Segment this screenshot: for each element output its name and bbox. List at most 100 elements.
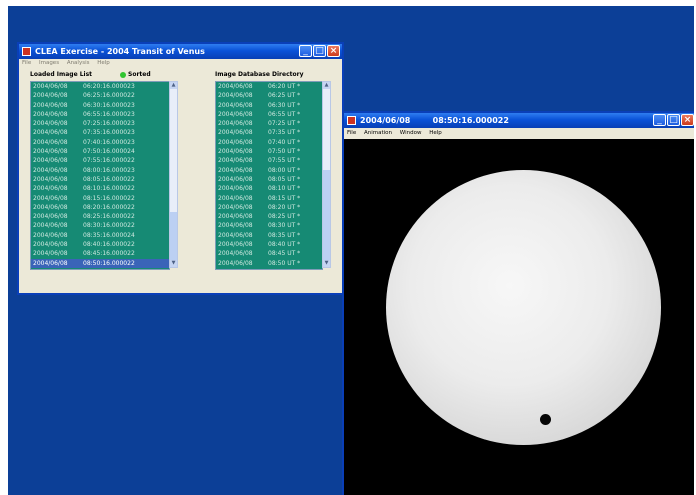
menu-help[interactable]: Help (429, 130, 442, 136)
list-item-time: 08:40:16.000022 (83, 241, 135, 249)
image-window: 2004/06/08 08:50:16.000022 _ □ × File An… (342, 111, 694, 495)
list-item[interactable]: 2004/06/08 08:35 UT * (216, 231, 322, 240)
menu-analysis[interactable]: Analysis (67, 60, 90, 66)
maximize-button[interactable]: □ (667, 114, 680, 126)
list-item-time: 08:10:16.000022 (83, 185, 135, 193)
list-item[interactable]: 2004/06/08 07:25 UT * (216, 119, 322, 128)
scroll-down-icon[interactable]: ▼ (170, 260, 177, 267)
list-item-time: 06:20 UT * (268, 83, 301, 90)
list-item[interactable]: 2004/06/08 06:55:16.000023 (31, 110, 169, 119)
list-item[interactable]: 2004/06/08 08:25 UT * (216, 212, 322, 221)
list-item-date: 2004/06/08 (218, 259, 253, 267)
list-item[interactable]: 2004/06/08 08:45:16.000022 (31, 249, 169, 258)
menu-file[interactable]: File (347, 130, 356, 136)
loaded-image-list[interactable]: 2004/06/08 06:20:16.000023 2004/06/08 06:25… (30, 81, 170, 270)
list-item-time: 08:30 UT * (268, 222, 301, 230)
list-item-time: 07:35 UT * (268, 129, 301, 137)
list-item-date: 2004/06/08 (218, 92, 253, 100)
list-item-time: 08:50:16.000022 (83, 259, 135, 267)
minimize-button[interactable]: _ (299, 45, 312, 57)
image-menubar: File Animation Window Help (344, 128, 694, 139)
list-item-date: 2004/06/08 (33, 175, 68, 183)
list-item[interactable]: 2004/06/08 08:30:16.000022 (31, 221, 169, 230)
sorted-indicator: Sorted (120, 71, 151, 78)
list-item[interactable]: 2004/06/08 08:50 UT * (216, 259, 322, 268)
list-item[interactable]: 2004/06/08 06:20 UT * (216, 82, 322, 91)
list-item[interactable]: 2004/06/08 08:00 UT * (216, 166, 322, 175)
list-item[interactable]: 2004/06/08 08:35:16.000024 (31, 231, 169, 240)
list-item[interactable]: 2004/06/08 08:45 UT * (216, 249, 322, 258)
list-item[interactable]: 2004/06/08 08:15 UT * (216, 194, 322, 203)
list-item[interactable]: 2004/06/08 08:20 UT * (216, 203, 322, 212)
image-titlebar[interactable]: 2004/06/08 08:50:16.000022 _ □ × (344, 113, 694, 128)
list-item-time: 07:50:16.000024 (83, 148, 135, 156)
list-item[interactable]: 2004/06/08 06:20:16.000023 (31, 82, 169, 91)
clea-title: CLEA Exercise - 2004 Transit of Venus (35, 47, 205, 56)
menu-file[interactable]: File (22, 60, 31, 66)
maximize-button[interactable]: □ (313, 45, 326, 57)
list-item-time: 08:05 UT * (268, 175, 301, 183)
list-item[interactable]: 2004/06/08 08:05 UT * (216, 175, 322, 184)
database-list-scrollbar[interactable]: ▲ ▼ (322, 81, 331, 268)
list-item[interactable]: 2004/06/08 07:40 UT * (216, 138, 322, 147)
list-item[interactable]: 2004/06/08 07:55:16.000022 (31, 156, 169, 165)
list-item-date: 2004/06/08 (33, 250, 68, 258)
venus-silhouette (540, 414, 551, 425)
list-item[interactable]: 2004/06/08 07:55 UT * (216, 156, 322, 165)
list-item-date: 2004/06/08 (33, 203, 68, 211)
list-item-time: 06:55:16.000023 (83, 110, 135, 118)
desktop: CLEA Exercise - 2004 Transit of Venus _ … (8, 6, 694, 495)
list-item[interactable]: 2004/06/08 06:30:16.000023 (31, 101, 169, 110)
close-button[interactable]: × (681, 114, 694, 126)
scroll-up-icon[interactable]: ▲ (170, 82, 177, 89)
list-item[interactable]: 2004/06/08 08:05:16.000022 (31, 175, 169, 184)
list-item-time: 07:40 UT * (268, 138, 301, 146)
list-item-time: 06:55 UT * (268, 110, 301, 118)
scroll-thumb[interactable] (323, 170, 330, 260)
scroll-up-icon[interactable]: ▲ (323, 82, 330, 89)
list-item[interactable]: 2004/06/08 06:25:16.000022 (31, 91, 169, 100)
sorted-dot-icon (120, 71, 126, 78)
list-item[interactable]: 2004/06/08 08:10 UT * (216, 184, 322, 193)
list-item[interactable]: 2004/06/08 06:25 UT * (216, 91, 322, 100)
clea-titlebar[interactable]: CLEA Exercise - 2004 Transit of Venus _ … (19, 44, 342, 59)
list-item[interactable]: 2004/06/08 07:35:16.000023 (31, 128, 169, 137)
list-item[interactable]: 2004/06/08 08:30 UT * (216, 221, 322, 230)
list-item-date: 2004/06/08 (33, 213, 68, 221)
menu-images[interactable]: Images (39, 60, 59, 66)
list-item[interactable]: 2004/06/08 08:10:16.000022 (31, 184, 169, 193)
menu-animation[interactable]: Animation (364, 130, 392, 136)
list-item[interactable]: 2004/06/08 07:25:16.000023 (31, 119, 169, 128)
loaded-list-scrollbar[interactable]: ▲ ▼ (169, 81, 178, 268)
image-database-list[interactable]: 2004/06/08 06:20 UT * 2004/06/08 06:25 UT *… (215, 81, 323, 270)
menu-help[interactable]: Help (97, 60, 110, 66)
list-item[interactable]: 2004/06/08 07:35 UT * (216, 128, 322, 137)
scroll-down-icon[interactable]: ▼ (323, 260, 330, 267)
list-item[interactable]: 2004/06/08 07:40:16.000023 (31, 138, 169, 147)
list-item-time: 06:30 UT * (268, 101, 301, 109)
list-item[interactable]: 2004/06/08 08:15:16.000022 (31, 194, 169, 203)
minimize-button[interactable]: _ (653, 114, 666, 126)
list-item-time: 06:20:16.000023 (83, 83, 135, 90)
list-item[interactable]: 2004/06/08 08:50:16.000022 (31, 258, 169, 268)
scroll-thumb[interactable] (170, 212, 177, 260)
list-item-date: 2004/06/08 (218, 231, 253, 239)
list-item[interactable]: 2004/06/08 06:55 UT * (216, 110, 322, 119)
list-item-date: 2004/06/08 (33, 241, 68, 249)
list-item-time: 08:25 UT * (268, 213, 301, 221)
menu-window[interactable]: Window (400, 130, 422, 136)
list-item[interactable]: 2004/06/08 06:30 UT * (216, 101, 322, 110)
list-item[interactable]: 2004/06/08 08:20:16.000022 (31, 203, 169, 212)
list-item[interactable]: 2004/06/08 07:50 UT * (216, 147, 322, 156)
list-item[interactable]: 2004/06/08 08:25:16.000022 (31, 212, 169, 221)
list-item[interactable]: 2004/06/08 08:40 UT * (216, 240, 322, 249)
list-item-date: 2004/06/08 (33, 101, 68, 109)
close-button[interactable]: × (327, 45, 340, 57)
list-item-time: 08:25:16.000022 (83, 213, 135, 221)
list-item[interactable]: 2004/06/08 07:50:16.000024 (31, 147, 169, 156)
list-item-time: 08:00:16.000023 (83, 166, 135, 174)
list-item[interactable]: 2004/06/08 08:40:16.000022 (31, 240, 169, 249)
list-item-date: 2004/06/08 (33, 166, 68, 174)
list-item[interactable]: 2004/06/08 08:00:16.000023 (31, 166, 169, 175)
list-item-date: 2004/06/08 (218, 250, 253, 258)
